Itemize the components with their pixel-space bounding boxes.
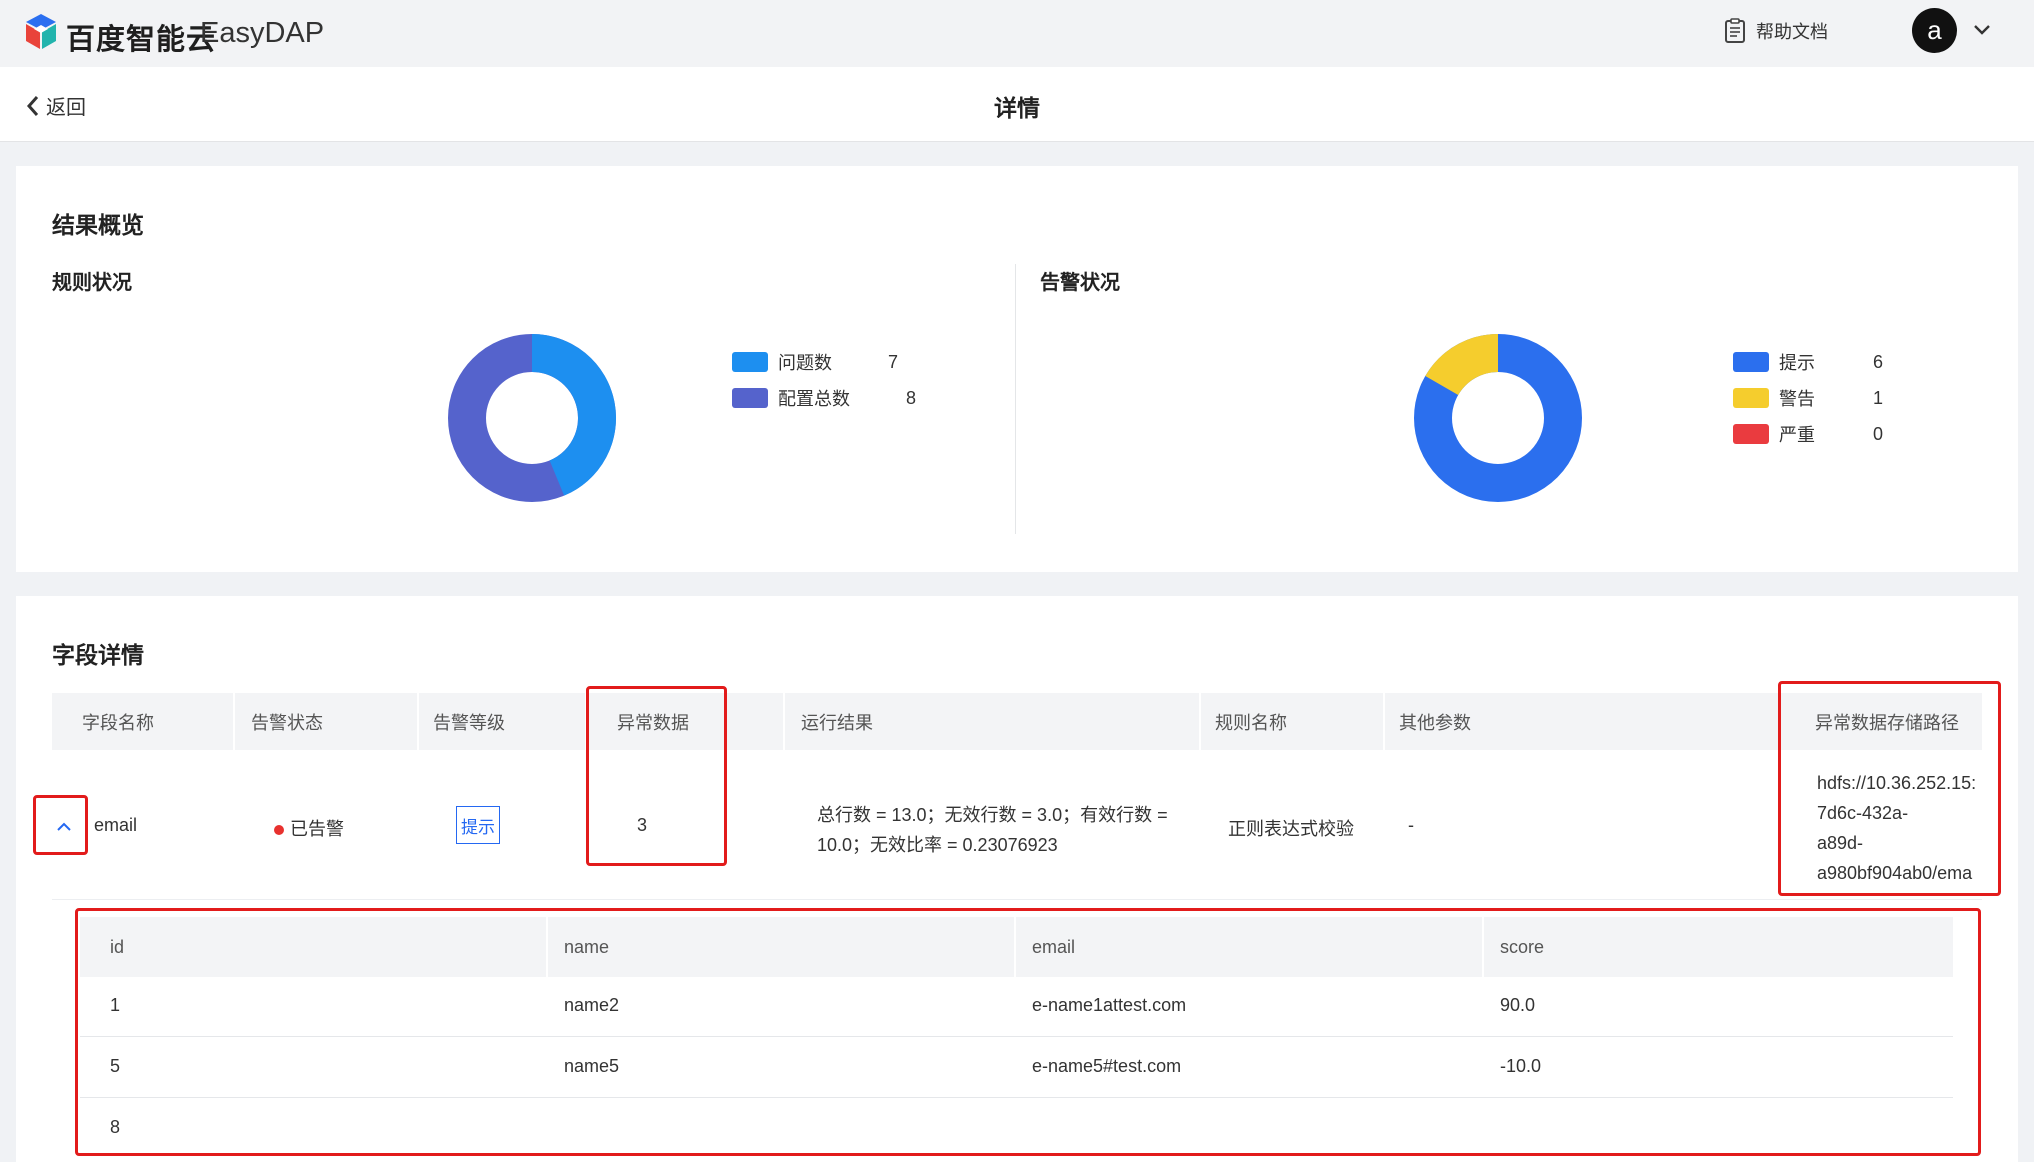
document-icon	[1725, 18, 1745, 43]
legend-label: 严重	[1779, 425, 1815, 445]
storage-path-line: hdfs://10.36.252.15:	[1817, 773, 1977, 793]
legend-swatch	[1733, 388, 1769, 408]
field-name-cell: email	[94, 815, 138, 835]
run-result-cell: 总行数 = 13.0；无效行数 = 3.0；有效行数 = 10.0；无效比率 =…	[817, 800, 1168, 860]
baidu-cloud-logo-icon[interactable]	[22, 12, 60, 52]
sub-table-cell: 8	[110, 1116, 121, 1137]
legend-item-hint: 提示 6	[1733, 349, 1903, 375]
sub-table-cell	[1016, 1097, 1482, 1157]
alert-status-title: 告警状况	[1040, 272, 1120, 294]
legend-label: 提示	[1779, 353, 1815, 373]
sub-table-cell	[1484, 1097, 1950, 1157]
rule-status-donut-chart	[448, 334, 616, 502]
overview-divider	[1015, 264, 1016, 534]
legend-value: 8	[906, 387, 917, 408]
legend-value: 0	[1873, 423, 1884, 444]
legend-label: 问题数	[778, 353, 832, 373]
brand-name-cn: 百度智能云	[66, 24, 217, 56]
storage-path-line: 7d6c-432a-	[1817, 803, 1909, 823]
storage-path-cell[interactable]: hdfs://10.36.252.15: 7d6c-432a- a89d- a9…	[1817, 768, 1982, 888]
column-header-run-result: 运行结果	[785, 693, 1199, 750]
legend-value: 6	[1873, 351, 1884, 372]
legend-item-severe: 严重 0	[1733, 421, 1903, 447]
column-header-field-name: 字段名称	[52, 693, 233, 750]
legend-value: 7	[888, 351, 899, 372]
sub-table-cell: e-name1attest.com	[1032, 994, 1187, 1015]
legend-swatch	[1733, 352, 1769, 372]
sub-table-cell: name2	[564, 994, 620, 1015]
storage-path-line: a980bf904ab0/ema	[1817, 863, 1973, 883]
legend-label: 警告	[1779, 389, 1815, 409]
alert-donut-warning-segment	[1425, 334, 1499, 396]
run-result-line: 总行数 = 13.0；无效行数 = 3.0；有效行数 =	[817, 805, 1168, 825]
page-header: 返回 详情	[0, 67, 2034, 142]
column-header-alert-level: 告警等级	[419, 693, 585, 750]
sub-column-header-score: score	[1484, 917, 1953, 977]
brand-name-en: EasyDAP	[200, 17, 325, 49]
column-header-other-params: 其他参数	[1385, 693, 1779, 750]
help-docs-link[interactable]: 帮助文档	[1724, 15, 1828, 47]
storage-path-line: a89d-	[1817, 833, 1864, 853]
column-header-storage-path: 异常数据存储路径	[1781, 693, 1982, 750]
other-params-cell: -	[1408, 815, 1414, 835]
alert-status-dot	[274, 825, 284, 836]
sub-table-cell: 5	[110, 1055, 121, 1076]
column-header-alert-status: 告警状态	[235, 693, 417, 750]
rule-donut-issue-segment	[531, 334, 616, 496]
sub-table-cell: name5	[564, 1055, 620, 1076]
legend-swatch	[1733, 424, 1769, 444]
sub-column-header-email: email	[1016, 917, 1482, 977]
alert-status-donut-chart	[1414, 334, 1582, 502]
sub-column-header-id: id	[80, 917, 546, 977]
sub-table-cell: 90.0	[1500, 994, 1536, 1015]
page-title: 详情	[994, 95, 1040, 121]
legend-swatch	[732, 352, 768, 372]
alert-status-label: 已告警	[290, 819, 344, 839]
legend-item-issues: 问题数 7	[732, 349, 918, 375]
sub-table-cell: e-name5#test.com	[1032, 1055, 1182, 1076]
legend-swatch	[732, 388, 768, 408]
field-details-title: 字段详情	[52, 642, 144, 668]
result-overview-card: 结果概览 规则状况 问题数 7 配置总数 8 告警状况 提示 6 警告 1 严重…	[16, 166, 2018, 572]
alert-level-tag: 提示	[456, 806, 500, 844]
alert-status-cell: 已告警	[274, 815, 344, 841]
abnormal-count-cell[interactable]: 3	[637, 815, 647, 836]
rule-status-title: 规则状况	[52, 272, 132, 294]
user-avatar[interactable]: a	[1912, 8, 1957, 53]
legend-value: 1	[1873, 387, 1884, 408]
sub-column-header-name: name	[548, 917, 1014, 977]
top-navbar: 百度智能云 EasyDAP 帮助文档 a	[0, 0, 2034, 67]
sub-table-cell	[548, 1097, 1014, 1157]
sub-table-cell: 1	[110, 994, 121, 1015]
legend-item-warning: 警告 1	[1733, 385, 1903, 411]
table-row-divider	[52, 899, 1982, 900]
chevron-down-icon[interactable]	[1972, 20, 1992, 40]
run-result-line: 10.0；无效比率 = 0.23076923	[817, 835, 1058, 855]
help-docs-label: 帮助文档	[1756, 22, 1828, 42]
column-header-abnormal-data: 异常数据	[587, 693, 783, 750]
collapse-row-icon[interactable]	[48, 815, 80, 839]
overview-title: 结果概览	[52, 212, 144, 238]
rule-name-cell: 正则表达式校验	[1228, 819, 1354, 839]
sub-table-cell: -10.0	[1500, 1055, 1542, 1076]
column-header-rule-name: 规则名称	[1201, 693, 1383, 750]
legend-item-total-configs: 配置总数 8	[732, 385, 936, 411]
legend-label: 配置总数	[778, 389, 850, 409]
